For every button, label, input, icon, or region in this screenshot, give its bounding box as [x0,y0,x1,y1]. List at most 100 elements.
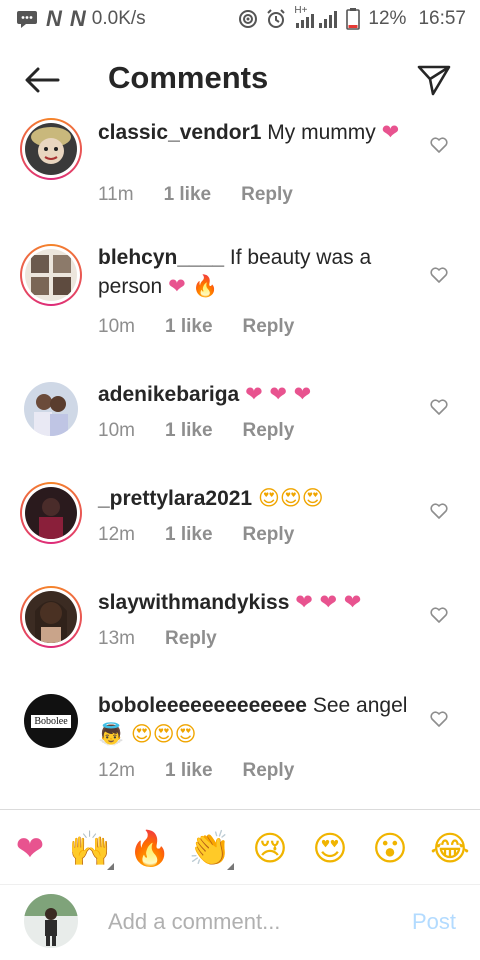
reply-button[interactable]: Reply [243,316,295,338]
back-button[interactable] [20,62,64,98]
comment-time: 10m [98,420,135,441]
crying-face-icon: 😢 [252,829,288,869]
battery-level: 12% [368,8,407,29]
comment-likes[interactable]: 1 like [165,760,213,782]
like-comment-button[interactable] [428,396,450,418]
comment-item: adenikebariga ❤ ❤ ❤ 10m 1 like Reply [0,380,480,480]
avatar[interactable] [20,118,82,180]
comment-emojis: 😍😍😍 [257,486,324,510]
comment-meta: 13m Reply [98,628,217,650]
battery-icon [346,8,361,30]
reaction-heart-eyes-button[interactable]: 😍 [300,818,360,880]
comment-input-bar: Post [0,885,480,960]
share-button[interactable] [414,60,454,100]
reply-button[interactable]: Reply [241,184,293,206]
n-app-icon-2: N [69,6,86,31]
comment-meta: 10m 1 like Reply [98,420,294,442]
reply-button[interactable]: Reply [243,420,295,442]
comment-likes[interactable]: 1 like [165,420,213,442]
surprised-face-icon: 😮 [372,829,408,869]
clap-icon: 👏 [188,829,232,869]
comment-username[interactable]: slaywithmandykiss [98,591,289,614]
network-type: H+ [294,5,308,16]
alarm-icon [266,9,286,29]
fire-icon: 🔥 [128,829,172,869]
heart-outline-icon [430,267,448,283]
comment-emojis: ❤ 🔥 [168,274,219,298]
comment-time: 13m [98,628,135,649]
skin-tone-indicator [107,863,114,870]
avatar[interactable] [24,382,78,436]
heart-outline-icon [430,137,448,153]
comment-likes[interactable]: 1 like [165,316,213,338]
clock: 16:57 [418,8,466,29]
comment-message: My mummy [267,121,376,144]
paper-plane-icon [417,65,451,96]
like-comment-button[interactable] [428,264,450,286]
comment-text: boboleeeeeeeeeeeee See angel 👼 😍😍😍 [98,692,410,749]
comment-emojis: ❤ [381,120,400,144]
comment-input[interactable] [108,903,388,941]
reply-button[interactable]: Reply [243,760,295,782]
comment-likes[interactable]: 1 like [165,524,213,546]
comment-meta: 12m 1 like Reply [98,524,294,546]
status-left: N N [16,6,86,32]
comment-username[interactable]: adenikebariga [98,383,239,406]
comment-likes[interactable]: 1 like [164,184,212,206]
comment-username[interactable]: boboleeeeeeeeeeeee [98,694,307,717]
like-comment-button[interactable] [428,604,450,626]
comment-text: slaywithmandykiss ❤ ❤ ❤ [98,588,410,617]
avatar[interactable] [20,482,82,544]
reply-button[interactable]: Reply [165,628,217,650]
reaction-heart-button[interactable]: ❤ [0,818,60,880]
status-bar: N N 0.0K/s H+ 12% 16:57 [0,0,480,38]
comment-username[interactable]: classic_vendor1 [98,121,261,144]
post-button[interactable]: Post [412,909,456,935]
current-user-avatar [24,894,78,948]
net-speed: 0.0K/s [91,8,146,29]
avatar-logo-text: Bobolee [31,714,71,728]
like-comment-button[interactable] [428,708,450,730]
comment-text: classic_vendor1 My mummy ❤ [98,118,410,147]
comments-list: classic_vendor1 My mummy ❤ 11m 1 like Re… [0,110,480,808]
laughing-face-icon: 😂 [430,829,470,869]
reaction-crying-button[interactable]: 😢 [240,818,300,880]
status-right: H+ 12% 16:57 [238,5,466,30]
signal-icon: H+ [294,5,338,29]
message-icon [16,9,38,29]
heart-outline-icon [430,399,448,415]
comment-message: See angel [312,694,408,717]
comment-text: blehcyn____ If beauty was a person ❤ 🔥 [98,244,410,301]
reaction-surprised-button[interactable]: 😮 [360,818,420,880]
reaction-laughing-button[interactable]: 😂 [420,818,480,880]
reaction-clap-button[interactable]: 👏 [180,818,240,880]
comment-item: Bobolee boboleeeeeeeeeeeee See angel 👼 😍… [0,692,480,808]
page-title: Comments [108,60,269,95]
avatar[interactable]: Bobolee [24,694,78,748]
comment-text: adenikebariga ❤ ❤ ❤ [98,380,410,409]
comment-item: slaywithmandykiss ❤ ❤ ❤ 13m Reply [0,586,480,686]
header: Comments [0,50,480,110]
avatar[interactable] [20,586,82,648]
avatar[interactable] [20,244,82,306]
like-comment-button[interactable] [428,500,450,522]
comment-emojis: ❤ ❤ ❤ [245,382,312,406]
n-app-icon: N [46,6,62,31]
divider [0,809,480,810]
comment-text: _prettylara2021 😍😍😍 [98,484,410,513]
comment-username[interactable]: blehcyn____ [98,246,224,269]
comment-emojis: ❤ ❤ ❤ [295,590,362,614]
comment-username[interactable]: _prettylara2021 [98,487,252,510]
comment-time: 11m [98,184,134,205]
comment-meta: 10m 1 like Reply [98,316,294,338]
heart-eyes-icon: 😍 [312,829,348,869]
comment-time: 12m [98,524,135,545]
reaction-fire-button[interactable]: 🔥 [120,818,180,880]
quick-reactions-bar: ❤ 🙌 🔥 👏 😢 😍 😮 😂 [0,818,480,880]
reaction-raised-hands-button[interactable]: 🙌 [60,818,120,880]
comment-emojis: 👼 😍😍😍 [98,722,197,746]
heart-outline-icon [430,503,448,519]
like-comment-button[interactable] [428,134,450,156]
back-arrow-icon [25,67,60,93]
reply-button[interactable]: Reply [243,524,295,546]
